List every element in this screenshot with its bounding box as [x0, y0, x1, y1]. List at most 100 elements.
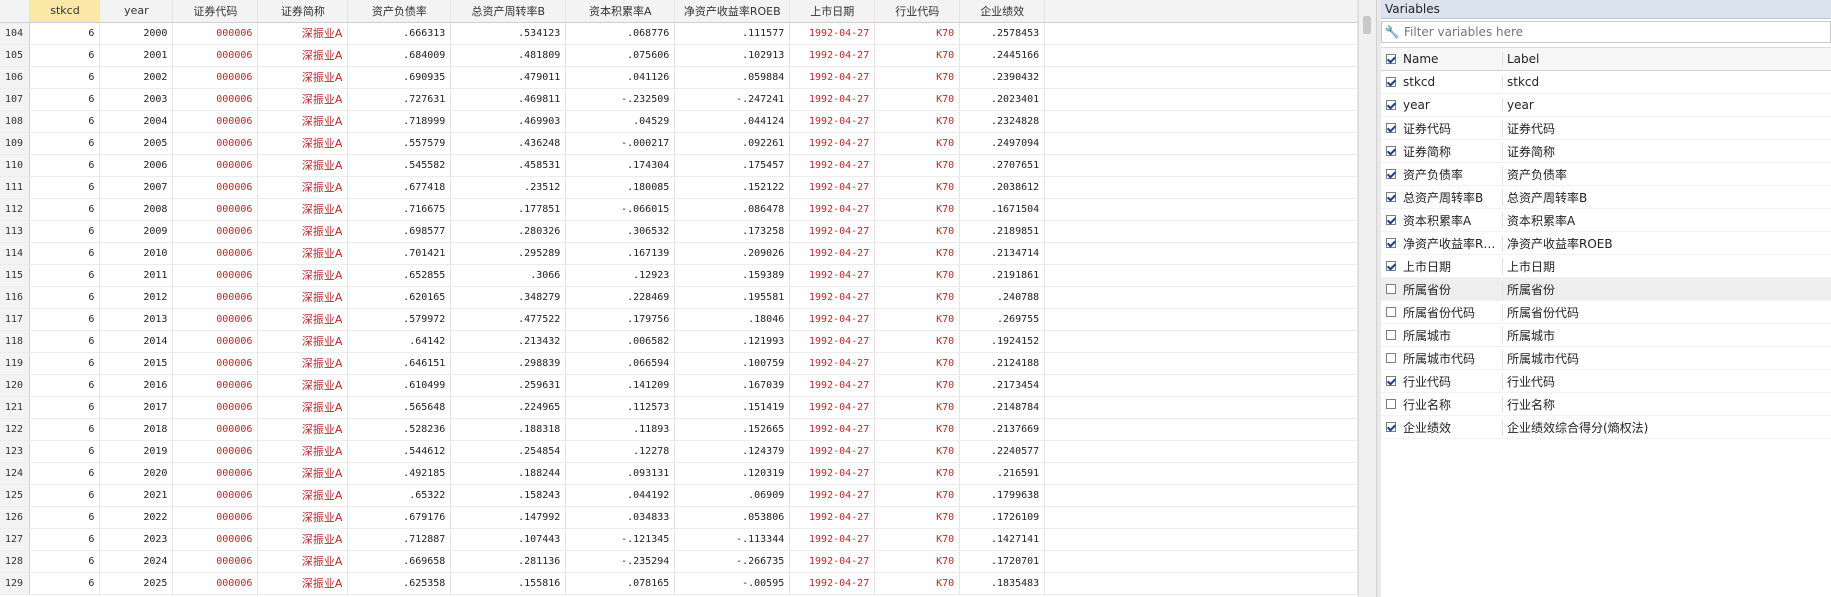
select-all-checkbox-icon[interactable]	[1386, 54, 1396, 64]
table-cell[interactable]: K70	[874, 572, 961, 595]
table-cell[interactable]: 6	[29, 506, 101, 529]
table-cell[interactable]: .167139	[565, 242, 676, 265]
empty-cell[interactable]	[1044, 572, 1358, 595]
table-cell[interactable]: 2005	[99, 132, 174, 155]
empty-cell[interactable]	[1044, 44, 1358, 67]
table-cell[interactable]: 深振业A	[257, 396, 349, 419]
row-number[interactable]: 107	[0, 88, 31, 111]
table-cell[interactable]: 2004	[99, 110, 174, 133]
table-cell[interactable]: .086478	[674, 198, 791, 221]
empty-cell[interactable]	[1044, 484, 1358, 507]
table-row[interactable]: 104 6 2000 000006 深振业A .666313.534123.068776.…	[0, 22, 1358, 45]
table-cell[interactable]: 000006	[172, 374, 259, 397]
table-cell[interactable]: K70	[874, 198, 961, 221]
table-cell[interactable]: K70	[874, 352, 961, 375]
table-cell[interactable]: 6	[29, 198, 101, 221]
table-cell[interactable]: .152122	[674, 176, 791, 199]
table-cell[interactable]: .1924152	[959, 330, 1046, 353]
table-cell[interactable]: .625358	[347, 572, 452, 595]
row-number[interactable]: 125	[0, 484, 31, 507]
table-cell[interactable]: 6	[29, 550, 101, 573]
table-cell[interactable]: 6	[29, 572, 101, 595]
table-cell[interactable]: .2707651	[959, 154, 1046, 177]
row-number[interactable]: 124	[0, 462, 31, 485]
table-cell[interactable]: 6	[29, 22, 101, 45]
table-cell[interactable]: .075606	[565, 44, 676, 67]
row-number[interactable]: 110	[0, 154, 31, 177]
table-cell[interactable]: .23512	[450, 176, 567, 199]
table-cell[interactable]: K70	[874, 330, 961, 353]
table-row[interactable]: 107 6 2003 000006 深振业A .727631.469811 -.232509…	[0, 88, 1358, 111]
table-cell[interactable]: .712887	[347, 528, 452, 551]
table-cell[interactable]: .173258	[674, 220, 791, 243]
variable-row[interactable]: 行业名称 行业名称	[1381, 393, 1831, 416]
table-cell[interactable]: .298839	[450, 352, 567, 375]
table-cell[interactable]: 2012	[99, 286, 174, 309]
table-cell[interactable]: 6	[29, 440, 101, 463]
table-cell[interactable]: .2445166	[959, 44, 1046, 67]
table-cell[interactable]: 深振业A	[257, 330, 349, 353]
table-cell[interactable]: .093131	[565, 462, 676, 485]
empty-cell[interactable]	[1044, 418, 1358, 441]
variable-checkbox-icon[interactable]	[1386, 123, 1396, 133]
table-cell[interactable]: 000006	[172, 88, 259, 111]
table-cell[interactable]: .155816	[450, 572, 567, 595]
table-cell[interactable]: K70	[874, 528, 961, 551]
table-cell[interactable]: .3066	[450, 264, 567, 287]
table-cell[interactable]: .04529	[565, 110, 676, 133]
table-cell[interactable]: .12278	[565, 440, 676, 463]
table-cell[interactable]: .716675	[347, 198, 452, 221]
table-cell[interactable]: .669658	[347, 550, 452, 573]
table-cell[interactable]: .188244	[450, 462, 567, 485]
variable-row[interactable]: 资产负债率 资产负债率	[1381, 163, 1831, 186]
table-cell[interactable]: .528236	[347, 418, 452, 441]
table-cell[interactable]: .2578453	[959, 22, 1046, 45]
table-cell[interactable]: .269755	[959, 308, 1046, 331]
table-cell[interactable]: K70	[874, 396, 961, 419]
table-cell[interactable]: K70	[874, 110, 961, 133]
table-cell[interactable]: 000006	[172, 44, 259, 67]
variable-checkbox-icon[interactable]	[1386, 353, 1396, 363]
table-cell[interactable]: 6	[29, 352, 101, 375]
row-number[interactable]: 115	[0, 264, 31, 287]
table-cell[interactable]: .534123	[450, 22, 567, 45]
table-cell[interactable]: 6	[29, 418, 101, 441]
table-row[interactable]: 110 6 2006 000006 深振业A .545582.458531.174304.…	[0, 154, 1358, 177]
variable-checkbox-icon[interactable]	[1386, 422, 1396, 432]
empty-cell[interactable]	[1044, 264, 1358, 287]
table-cell[interactable]: 000006	[172, 66, 259, 89]
table-cell[interactable]: 1992-04-27	[789, 352, 876, 375]
column-header[interactable]: 资本积累率A	[565, 0, 676, 23]
row-number[interactable]: 122	[0, 418, 31, 441]
variable-checkbox-icon[interactable]	[1386, 399, 1396, 409]
table-cell[interactable]: .107443	[450, 528, 567, 551]
table-cell[interactable]: .652855	[347, 264, 452, 287]
table-cell[interactable]: K70	[874, 88, 961, 111]
column-header[interactable]: 资产负债率	[347, 0, 452, 23]
variable-row[interactable]: 行业代码 行业代码	[1381, 370, 1831, 393]
variable-checkbox-icon[interactable]	[1386, 169, 1396, 179]
table-cell[interactable]: .159389	[674, 264, 791, 287]
variable-row[interactable]: 所属省份代码 所属省份代码	[1381, 301, 1831, 324]
table-row[interactable]: 109 6 2005 000006 深振业A .557579.436248 -.000217…	[0, 132, 1358, 155]
table-cell[interactable]: 6	[29, 308, 101, 331]
column-header[interactable]: 行业代码	[874, 0, 961, 23]
table-cell[interactable]: .112573	[565, 396, 676, 419]
column-header[interactable]: 净资产收益率ROEB	[674, 0, 791, 23]
table-cell[interactable]: -.247241	[674, 88, 791, 111]
table-cell[interactable]: .545582	[347, 154, 452, 177]
variable-row[interactable]: 证券简称 证券简称	[1381, 140, 1831, 163]
table-cell[interactable]: 1992-04-27	[789, 550, 876, 573]
table-cell[interactable]: 1992-04-27	[789, 374, 876, 397]
table-row[interactable]: 106 6 2002 000006 深振业A .690935.479011.041126.…	[0, 66, 1358, 89]
table-cell[interactable]: .727631	[347, 88, 452, 111]
table-cell[interactable]: 1992-04-27	[789, 66, 876, 89]
table-cell[interactable]: K70	[874, 264, 961, 287]
table-cell[interactable]: 2016	[99, 374, 174, 397]
empty-cell[interactable]	[1044, 176, 1358, 199]
table-cell[interactable]: 000006	[172, 110, 259, 133]
table-cell[interactable]: .209026	[674, 242, 791, 265]
table-cell[interactable]: 1992-04-27	[789, 242, 876, 265]
table-cell[interactable]: .12923	[565, 264, 676, 287]
table-cell[interactable]: 深振业A	[257, 242, 349, 265]
